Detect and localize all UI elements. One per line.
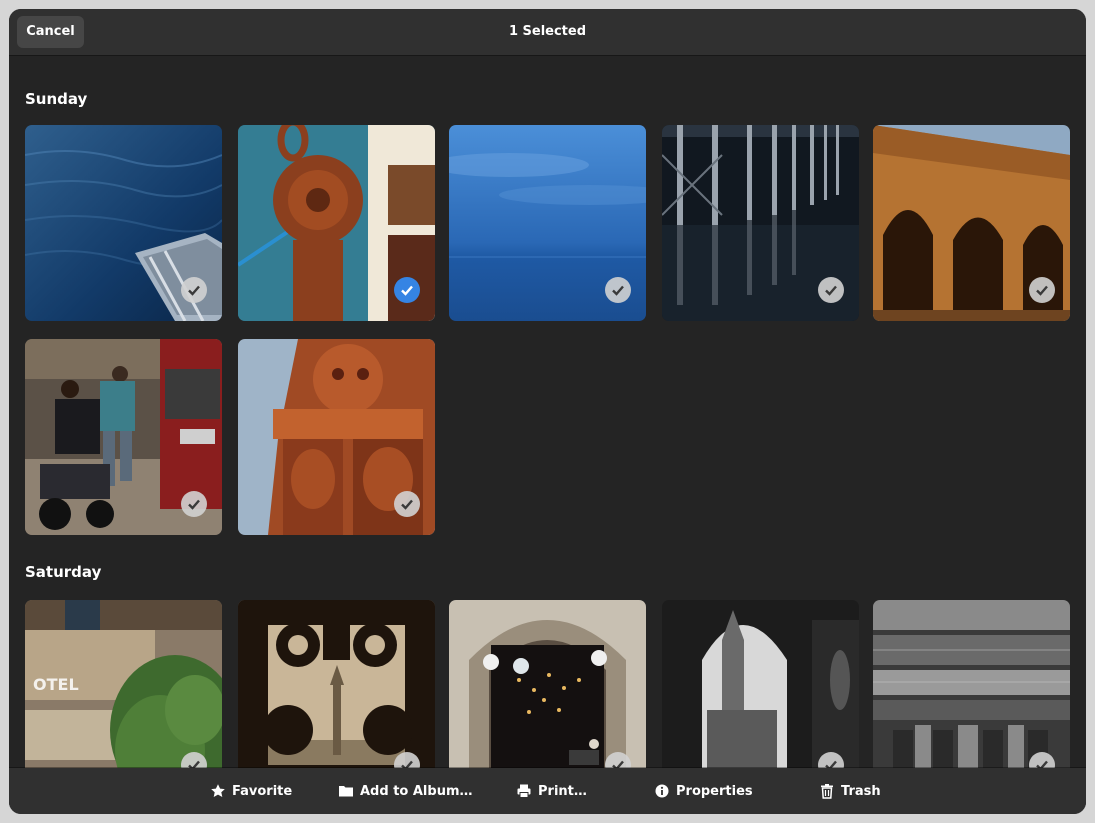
photo-thumbnail[interactable] (873, 125, 1070, 321)
checkmark-icon-selected[interactable] (394, 277, 420, 303)
checkmark-icon[interactable] (394, 491, 420, 517)
print-button[interactable]: Print… (516, 768, 587, 814)
photo-thumbnail[interactable] (662, 125, 859, 321)
app-window: 1 Selected Cancel Sunday Saturday OTEL F… (9, 9, 1086, 814)
photo-thumbnail[interactable]: OTEL (25, 600, 222, 768)
properties-label: Properties (676, 783, 753, 799)
checkmark-icon[interactable] (605, 277, 631, 303)
photo-ornate-window (238, 600, 435, 768)
photo-thumbnail[interactable] (238, 339, 435, 535)
trash-label: Trash (841, 783, 881, 799)
photo-hotel-building: OTEL (25, 600, 222, 768)
section-label-sunday: Sunday (25, 90, 88, 108)
selection-title: 1 Selected (508, 24, 587, 39)
photo-thumbnail[interactable] (25, 125, 222, 321)
checkmark-icon[interactable] (818, 277, 844, 303)
photo-thumbnail[interactable] (238, 125, 435, 321)
header-bar: 1 Selected Cancel (9, 9, 1086, 55)
svg-text:OTEL: OTEL (33, 675, 79, 694)
favorite-button[interactable]: Favorite (210, 768, 292, 814)
star-icon (211, 784, 225, 797)
photo-thumbnail[interactable] (449, 125, 646, 321)
photo-minaret-arch (662, 600, 859, 768)
add-to-album-label: Add to Album… (360, 783, 473, 799)
photo-thumbnail[interactable] (662, 600, 859, 768)
trash-icon (821, 784, 833, 799)
trash-button[interactable]: Trash (819, 768, 881, 814)
info-icon (655, 784, 669, 798)
properties-button[interactable]: Properties (654, 768, 753, 814)
checkmark-icon[interactable] (181, 491, 207, 517)
photo-thumbnail[interactable] (25, 339, 222, 535)
photo-thumbnail[interactable] (449, 600, 646, 768)
cancel-button[interactable]: Cancel (17, 16, 84, 48)
photo-dome-interior (873, 600, 1070, 768)
action-bar: Favorite Add to Album… Print… Properties… (9, 768, 1086, 814)
folder-icon (339, 786, 353, 797)
photo-thumbnail[interactable] (873, 600, 1070, 768)
checkmark-icon[interactable] (1029, 277, 1055, 303)
favorite-label: Favorite (232, 783, 293, 799)
checkmark-icon[interactable] (181, 277, 207, 303)
photo-thumbnail[interactable] (238, 600, 435, 768)
add-to-album-button[interactable]: Add to Album… (338, 768, 473, 814)
photo-grid[interactable]: Sunday Saturday OTEL (9, 55, 1086, 768)
print-label: Print… (538, 783, 587, 799)
section-label-saturday: Saturday (25, 563, 102, 581)
photo-arched-doorway (449, 600, 646, 768)
printer-icon (517, 784, 531, 798)
